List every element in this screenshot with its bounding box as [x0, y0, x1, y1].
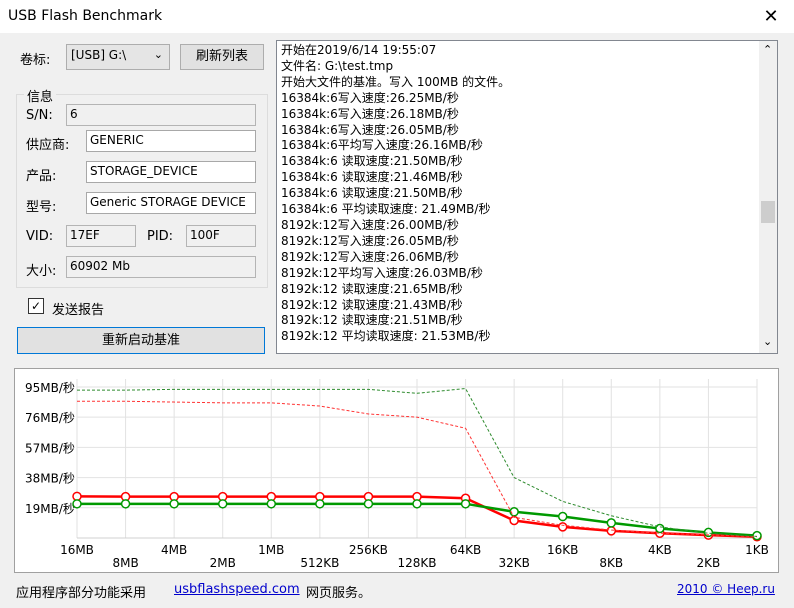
log-line: 8192k:12写入速度:26.05MB/秒 — [281, 233, 459, 248]
x-tick-label: 64KB — [450, 543, 481, 557]
sn-label: S/N: — [26, 108, 53, 123]
chart-svg: 95MB/秒 76MB/秒 57MB/秒 38MB/秒 19MB/秒 16MB 8MB 4MB… — [25, 379, 769, 570]
scroll-down-icon[interactable]: ⌄ — [763, 335, 772, 348]
y-tick-label: 38MB/秒 — [25, 472, 75, 486]
chevron-down-icon: ⌄ — [153, 48, 163, 61]
log-line: 16384k:6写入速度:26.05MB/秒 — [281, 122, 459, 137]
log-line: 16384k:6 读取速度:21.50MB/秒 — [281, 186, 463, 201]
pid-field: 100F — [186, 225, 256, 247]
y-tick-label: 95MB/秒 — [25, 381, 75, 395]
log-line: 8192k:12 读取速度:21.65MB/秒 — [281, 281, 463, 296]
title-bar: USB Flash Benchmark ✕ — [0, 0, 794, 33]
data-point-solid-green — [315, 499, 325, 509]
data-point-solid-green — [120, 499, 131, 509]
y-tick-label: 76MB/秒 — [25, 411, 75, 425]
log-line: 8192k:12写入速度:26.06MB/秒 — [281, 249, 459, 264]
vendor-label: 供应商: — [26, 138, 70, 153]
log-line: 文件名: G:\test.tmp — [281, 58, 394, 73]
data-point-solid-green — [412, 499, 422, 509]
log-line: 16384k:6 读取速度:21.50MB/秒 — [281, 154, 463, 169]
log-line: 16384k:6 读取速度:21.46MB/秒 — [281, 170, 463, 185]
data-point-solid-red — [557, 522, 568, 532]
x-tick-label: 2KB — [697, 556, 721, 570]
benchmark-chart: 95MB/秒 76MB/秒 57MB/秒 38MB/秒 19MB/秒 16MB 8MB 4MB… — [14, 368, 779, 573]
data-point-solid-green — [606, 518, 617, 528]
log-line: 8192k:12写入速度:26.00MB/秒 — [281, 217, 459, 232]
size-label: 大小: — [26, 264, 57, 279]
sn-field: 6 — [66, 104, 256, 126]
x-tick-label: 16KB — [547, 543, 578, 557]
close-icon[interactable]: ✕ — [748, 0, 794, 33]
data-point-solid-red — [606, 526, 617, 536]
log-line: 16384k:6 平均读取速度: 21.49MB/秒 — [281, 202, 491, 217]
footer-link[interactable]: usbflashspeed.com — [174, 582, 300, 597]
log-lines: 开始在2019/6/14 19:55:07 文件名: G:\test.tmp 开始大… — [281, 43, 753, 345]
data-point-solid-green — [363, 499, 374, 509]
window-title: USB Flash Benchmark — [8, 8, 163, 24]
vid-field: 17EF — [66, 225, 136, 247]
log-scrollbar[interactable]: ⌃ ⌄ — [759, 41, 777, 353]
x-tick-label: 256KB — [349, 543, 388, 557]
restart-benchmark-button[interactable]: 重新启动基准 — [17, 327, 265, 354]
volume-label: 卷标: — [20, 53, 51, 68]
data-point-solid-green — [655, 523, 665, 534]
data-point-solid-green — [169, 499, 179, 509]
model-label: 型号: — [26, 200, 57, 215]
x-tick-label: 8MB — [112, 556, 138, 570]
log-line: 开始大文件的基准。写入 100MB 的文件。 — [281, 74, 511, 89]
x-tick-label: 4KB — [648, 543, 672, 557]
data-point-solid-green — [752, 530, 762, 541]
x-tick-label: 4MB — [161, 543, 187, 557]
log-line: 16384k:6平均写入速度:26.16MB/秒 — [281, 138, 483, 153]
vid-label: VID: — [26, 229, 54, 244]
volume-select-value: [USB] G:\ — [71, 48, 127, 62]
size-field: 60902 Mb — [66, 256, 256, 278]
refresh-list-button[interactable]: 刷新列表 — [180, 44, 264, 70]
x-tick-label: 8KB — [599, 556, 623, 570]
log-line: 8192k:12平均写入速度:26.03MB/秒 — [281, 265, 483, 280]
log-line: 8192k:12 读取速度:21.43MB/秒 — [281, 297, 463, 312]
footer-text-before: 应用程序部分功能采用 — [16, 586, 147, 601]
data-point-solid-green — [557, 511, 568, 522]
x-tick-label: 32KB — [498, 556, 529, 570]
send-report-checkbox[interactable]: ✓ — [28, 298, 44, 314]
checkmark-icon: ✓ — [30, 299, 42, 313]
data-point-solid-green — [460, 499, 471, 509]
x-tick-label: 16MB — [60, 543, 94, 557]
scroll-thumb[interactable] — [761, 201, 775, 223]
model-field[interactable]: Generic STORAGE DEVICE — [86, 192, 256, 214]
log-line: 16384k:6写入速度:26.18MB/秒 — [281, 106, 459, 121]
info-group-title: 信息 — [24, 86, 57, 105]
log-line: 8192k:12 平均读取速度: 21.53MB/秒 — [281, 329, 491, 344]
x-tick-label: 2MB — [210, 556, 236, 570]
volume-select[interactable]: [USB] G:\ ⌄ — [66, 44, 170, 70]
product-field[interactable]: STORAGE_DEVICE — [86, 161, 256, 183]
footer-text-after: 网页服务。 — [306, 586, 372, 601]
log-textarea[interactable]: 开始在2019/6/14 19:55:07 文件名: G:\test.tmp 开始大… — [276, 40, 778, 354]
scroll-up-icon[interactable]: ⌃ — [763, 43, 772, 56]
copyright-link[interactable]: 2010 © Heep.ru — [677, 582, 775, 596]
log-line: 8192k:12 读取速度:21.51MB/秒 — [281, 313, 463, 328]
x-tick-label: 1MB — [258, 543, 284, 557]
data-point-solid-green — [72, 499, 82, 509]
product-label: 产品: — [26, 169, 57, 184]
data-point-solid-green — [266, 499, 277, 509]
send-report-label: 发送报告 — [52, 303, 105, 318]
y-tick-label: 57MB/秒 — [25, 441, 75, 455]
x-tick-label: 128KB — [397, 556, 436, 570]
x-tick-label: 1KB — [745, 543, 769, 557]
log-line: 16384k:6写入速度:26.25MB/秒 — [281, 90, 459, 105]
log-line: 开始在2019/6/14 19:55:07 — [281, 43, 437, 57]
vendor-field[interactable]: GENERIC — [86, 130, 256, 152]
y-tick-label: 19MB/秒 — [25, 502, 75, 516]
pid-label: PID: — [147, 229, 174, 244]
x-tick-label: 512KB — [300, 556, 339, 570]
data-point-solid-green — [217, 499, 228, 509]
